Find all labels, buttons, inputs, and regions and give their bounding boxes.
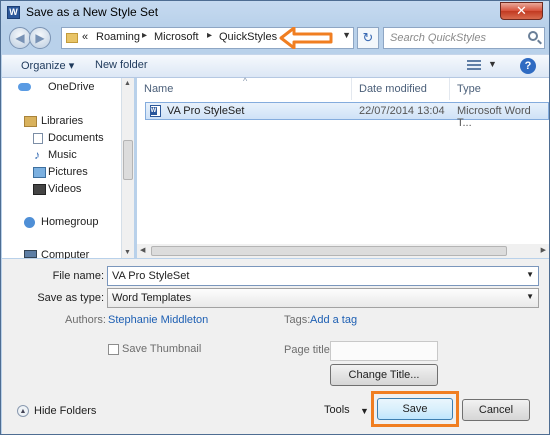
column-header-name[interactable]: Name ^: [137, 76, 352, 100]
breadcrumb-separator-icon[interactable]: ▸: [207, 30, 212, 41]
sidebar-item-videos[interactable]: Videos: [48, 183, 81, 195]
file-list-hscrollbar[interactable]: ◀ ▶: [137, 244, 549, 258]
sidebar-item-documents[interactable]: Documents: [48, 132, 104, 144]
pictures-icon: [33, 167, 46, 178]
page-title-label: Page title:: [284, 344, 333, 356]
music-icon: ♪: [34, 148, 40, 162]
navigation-row: ◀ ▶ « Roaming ▸ Microsoft ▸ QuickStyles …: [7, 25, 545, 51]
view-options-icon[interactable]: [467, 60, 481, 72]
sidebar-item-onedrive[interactable]: OneDrive: [48, 81, 94, 93]
back-button[interactable]: ◀: [9, 27, 31, 49]
save-thumbnail-label: Save Thumbnail: [122, 343, 202, 355]
hide-folders-icon[interactable]: ▲: [17, 405, 29, 417]
authors-value[interactable]: Stephanie Middleton: [108, 314, 208, 326]
search-icon: [528, 31, 538, 41]
tags-label: Tags:: [284, 314, 311, 326]
sidebar-item-homegroup[interactable]: Homegroup: [41, 216, 98, 228]
library-icon: [24, 116, 37, 127]
column-header-date[interactable]: Date modified: [352, 78, 450, 100]
save-dialog-window: W Save as a New Style Set ✕ ◀ ▶ « Roamin…: [0, 0, 550, 435]
save-as-type-select[interactable]: Word Templates ▼: [107, 288, 539, 308]
page-title-field: [330, 341, 438, 361]
close-button[interactable]: ✕: [500, 2, 543, 20]
breadcrumb-roaming[interactable]: Roaming: [96, 31, 140, 43]
file-name-cell: VA Pro StyleSet: [167, 105, 245, 117]
scrollbar-thumb[interactable]: [151, 246, 507, 256]
videos-icon: [33, 184, 46, 195]
tools-dropdown-icon[interactable]: ▼: [360, 406, 369, 416]
file-list: Name ^ Date modified Type VA Pro StyleSe…: [137, 76, 549, 258]
file-date-cell: 22/07/2014 13:04: [359, 105, 445, 117]
organize-button[interactable]: Organize ▾: [21, 59, 74, 72]
column-header-type[interactable]: Type: [450, 78, 549, 100]
sidebar-item-libraries[interactable]: Libraries: [41, 115, 83, 127]
save-as-type-dropdown-icon[interactable]: ▼: [526, 292, 534, 301]
window-title: Save as a New Style Set: [26, 5, 159, 19]
folder-icon: [66, 33, 78, 43]
sidebar-item-music[interactable]: Music: [48, 149, 77, 161]
add-tag-link[interactable]: Add a tag: [310, 314, 357, 326]
save-highlight-annotation: [371, 391, 459, 427]
file-type-cell: Microsoft Word T...: [457, 105, 531, 129]
file-name-field[interactable]: VA Pro StyleSet ▼: [107, 266, 539, 286]
scrollbar-thumb[interactable]: [123, 140, 133, 180]
tools-button[interactable]: Tools: [324, 404, 350, 416]
cloud-icon: [18, 83, 31, 91]
scroll-down-icon[interactable]: ▼: [124, 249, 131, 256]
breadcrumb-quickstyles[interactable]: QuickStyles: [219, 31, 277, 43]
orange-arrow-annotation: [279, 27, 333, 49]
word-app-icon: W: [7, 6, 20, 19]
address-dropdown-icon[interactable]: ▼: [342, 30, 351, 40]
save-as-type-label: Save as type:: [37, 292, 104, 304]
cancel-button[interactable]: Cancel: [462, 399, 530, 421]
scroll-left-icon[interactable]: ◀: [140, 246, 145, 254]
file-name-label: File name:: [52, 270, 104, 282]
new-folder-button[interactable]: New folder: [95, 59, 148, 71]
homegroup-icon: [24, 217, 35, 228]
command-toolbar: Organize ▾ New folder ▼ ?: [2, 54, 549, 78]
navigation-pane: OneDrive Libraries Documents ♪ Music Pic…: [2, 78, 122, 261]
view-dropdown-icon[interactable]: ▼: [488, 59, 497, 69]
search-placeholder: Search QuickStyles: [390, 32, 486, 44]
scroll-up-icon[interactable]: ▲: [124, 80, 131, 87]
sidebar-item-pictures[interactable]: Pictures: [48, 166, 88, 178]
file-name-dropdown-icon[interactable]: ▼: [526, 270, 534, 279]
hide-folders-button[interactable]: Hide Folders: [34, 405, 96, 417]
forward-button[interactable]: ▶: [29, 27, 51, 49]
save-thumbnail-checkbox[interactable]: [108, 344, 119, 355]
word-document-icon: [150, 105, 161, 117]
title-bar: W Save as a New Style Set ✕: [1, 1, 549, 23]
documents-icon: [33, 133, 43, 144]
breadcrumb-separator-icon[interactable]: ▸: [142, 30, 147, 41]
sidebar-scrollbar[interactable]: ▲ ▼: [122, 78, 134, 258]
breadcrumb-microsoft[interactable]: Microsoft: [154, 31, 199, 43]
scroll-right-icon[interactable]: ▶: [541, 246, 546, 254]
change-title-button[interactable]: Change Title...: [330, 364, 438, 386]
help-icon[interactable]: ?: [520, 58, 536, 74]
column-header-label: Name: [144, 83, 174, 95]
save-as-type-value: Word Templates: [112, 292, 192, 304]
breadcrumb-overflow[interactable]: «: [82, 31, 88, 43]
file-name-value: VA Pro StyleSet: [112, 270, 190, 282]
refresh-button[interactable]: ↻: [357, 27, 379, 49]
table-row[interactable]: VA Pro StyleSet 22/07/2014 13:04 Microso…: [145, 102, 549, 129]
computer-icon: [24, 250, 37, 258]
sort-indicator-icon: ^: [243, 76, 248, 86]
authors-label: Authors:: [65, 314, 106, 326]
search-input[interactable]: Search QuickStyles: [383, 27, 545, 49]
